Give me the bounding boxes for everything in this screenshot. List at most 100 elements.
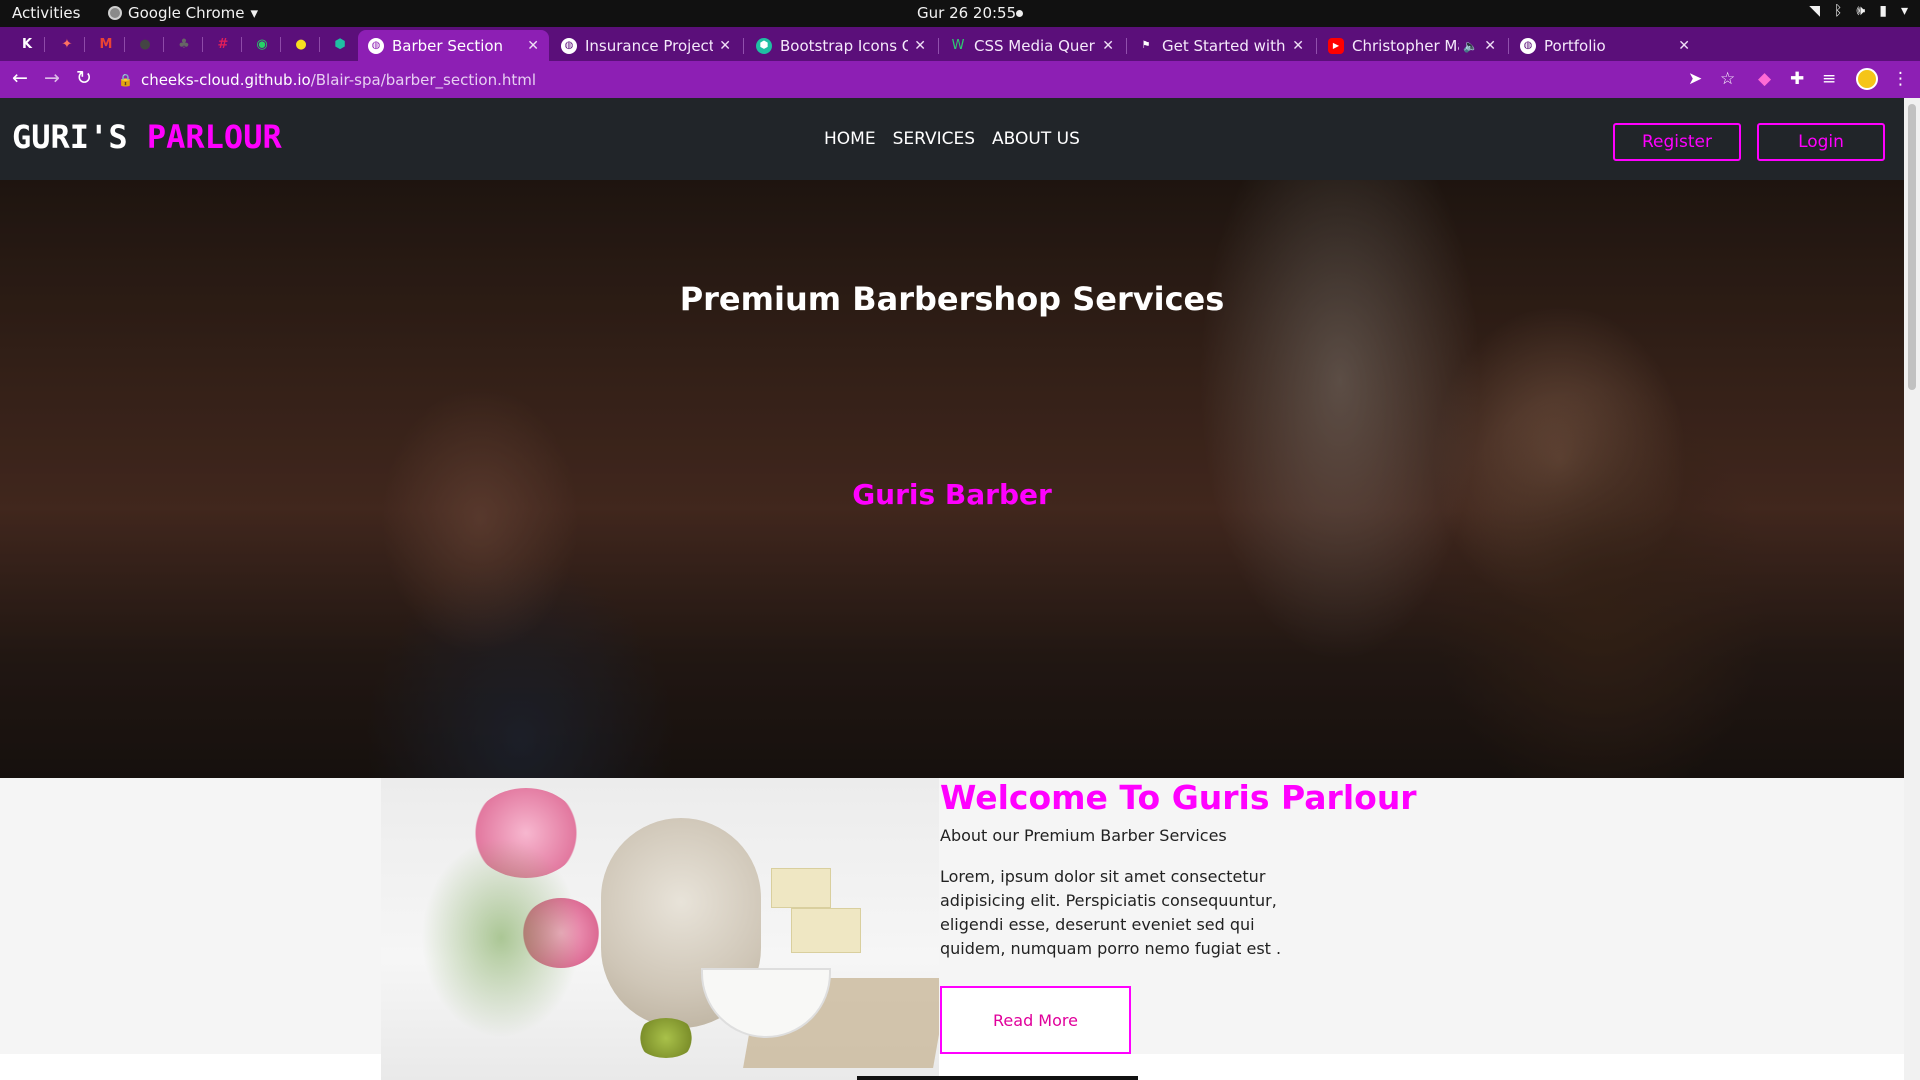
logo-text-part1: GURI'S — [12, 118, 128, 156]
tab-strip: K ✦ M ● ♣ # ◉ ● ⬢ ◍ Barber Section ✕ ◍ I… — [0, 27, 1920, 82]
herb-bowl — [636, 1018, 696, 1058]
app-menu-label: Google Chrome — [128, 4, 245, 22]
close-tab-icon[interactable]: ✕ — [1292, 38, 1304, 54]
app-menu[interactable]: Google Chrome ▾ — [108, 4, 258, 22]
tab-christopher[interactable]: ▶ Christopher Ma 🔈 ✕ — [1318, 30, 1506, 61]
power-menu-icon: ▾ — [1900, 3, 1908, 19]
hero-banner: Premium Barbershop Services Guris Barber — [0, 180, 1904, 778]
system-tray[interactable]: ◥ ᛒ 🕪 ▮ ▾ — [1809, 3, 1908, 19]
tab-divider — [280, 37, 281, 52]
tab-divider — [938, 38, 939, 54]
extension-icon[interactable]: ◆ — [1758, 69, 1771, 89]
tab-divider — [241, 37, 242, 52]
tab-divider — [124, 37, 125, 52]
extensions-puzzle-icon[interactable]: ✚ — [1790, 69, 1804, 89]
soap-bar — [791, 908, 861, 953]
pinned-tab-js-icon[interactable]: ● — [290, 34, 312, 54]
lock-icon[interactable]: 🔒 — [118, 73, 133, 87]
soap-bar — [771, 868, 831, 908]
close-tab-icon[interactable]: ✕ — [1678, 38, 1690, 54]
site-logo[interactable]: GURI'S PARLOUR — [12, 118, 282, 156]
welcome-subtitle: About our Premium Barber Services — [940, 826, 1227, 845]
bluetooth-icon: ᛒ — [1834, 3, 1843, 19]
globe-icon: ◍ — [368, 37, 384, 54]
kebab-menu-icon[interactable]: ⋮ — [1892, 69, 1909, 89]
back-icon[interactable]: ← — [12, 67, 28, 89]
profile-avatar[interactable] — [1856, 68, 1878, 90]
wifi-icon: ◥ — [1809, 3, 1821, 19]
tab-title: CSS Media Queries — [974, 36, 1096, 55]
section-divider — [857, 1076, 1138, 1080]
login-button[interactable]: Login — [1757, 123, 1885, 161]
youtube-icon: ▶ — [1328, 37, 1344, 54]
tab-divider — [1508, 38, 1509, 54]
tab-get-started[interactable]: ⚑ Get Started with F ✕ — [1128, 30, 1314, 61]
register-button[interactable]: Register — [1613, 123, 1741, 161]
logo-text-part2: PARLOUR — [146, 118, 282, 156]
tab-divider — [743, 38, 744, 54]
web-page: GURI'S PARLOUR HOME SERVICES ABOUT US Re… — [0, 98, 1904, 1080]
battery-icon: ▮ — [1879, 3, 1887, 19]
forward-icon[interactable]: → — [44, 67, 60, 89]
dropdown-arrow-icon: ▾ — [250, 4, 259, 22]
tab-divider — [163, 37, 164, 52]
pinned-tab-whatsapp-icon[interactable]: ◉ — [251, 34, 273, 54]
close-tab-icon[interactable]: ✕ — [914, 38, 926, 54]
hero-subtitle: Guris Barber — [852, 478, 1052, 511]
main-menu: HOME SERVICES ABOUT US — [824, 129, 1080, 149]
close-tab-icon[interactable]: ✕ — [1484, 38, 1496, 54]
send-tab-icon[interactable]: ➤ — [1688, 69, 1702, 89]
pinned-tab-gmail-icon[interactable]: M — [95, 34, 117, 54]
audio-playing-icon[interactable]: 🔈 — [1463, 39, 1478, 53]
leaves — [421, 838, 581, 1038]
pinned-tab-k-icon[interactable]: K — [16, 34, 38, 54]
flag-icon: ⚑ — [1141, 40, 1151, 51]
tab-divider — [1126, 38, 1127, 54]
chrome-icon — [108, 6, 122, 20]
welcome-section: Welcome To Guris Parlour About our Premi… — [0, 778, 1904, 1080]
reload-icon[interactable]: ↻ — [76, 67, 92, 89]
tab-divider — [319, 37, 320, 52]
tab-divider — [202, 37, 203, 52]
address-bar[interactable]: 🔒 cheeks-cloud.github.io/Blair-spa/barbe… — [108, 64, 1748, 95]
tab-insurance-project[interactable]: ◍ Insurance Project ✕ — [551, 30, 741, 61]
notification-dot-icon — [1016, 10, 1023, 17]
pinned-tab-bootstrap-icon[interactable]: ⬢ — [329, 34, 351, 54]
pinned-tab-slack-icon[interactable]: # — [212, 34, 234, 54]
tab-portfolio[interactable]: ◍ Portfolio ✕ — [1510, 30, 1700, 61]
page-scrollbar[interactable] — [1904, 98, 1920, 1080]
pinned-tab-tree-icon[interactable]: ♣ — [173, 34, 195, 54]
bookmark-star-icon[interactable]: ☆ — [1720, 69, 1735, 89]
pinned-tab-github-icon[interactable]: ● — [134, 34, 156, 54]
nav-link-services[interactable]: SERVICES — [893, 129, 975, 149]
tab-css-media-queries[interactable]: W CSS Media Queries ✕ — [940, 30, 1124, 61]
tab-title: Insurance Project — [585, 36, 714, 55]
nav-link-about[interactable]: ABOUT US — [992, 129, 1080, 149]
w3schools-icon: W — [951, 38, 965, 53]
scrollbar-thumb[interactable] — [1908, 104, 1916, 390]
tab-title: Barber Section — [392, 36, 504, 55]
site-navbar: GURI'S PARLOUR HOME SERVICES ABOUT US Re… — [0, 98, 1904, 180]
pinned-tab-figma-icon[interactable]: ✦ — [56, 34, 78, 54]
close-tab-icon[interactable]: ✕ — [1102, 38, 1114, 54]
globe-icon: ◍ — [1520, 37, 1536, 54]
activities-button[interactable]: Activities — [12, 4, 80, 22]
close-tab-icon[interactable]: ✕ — [719, 38, 731, 54]
welcome-title: Welcome To Guris Parlour — [940, 778, 1417, 817]
media-queue-icon[interactable]: ≡ — [1822, 69, 1836, 89]
tab-title: Bootstrap Icons Cl — [780, 36, 909, 55]
nav-link-home[interactable]: HOME — [824, 129, 876, 149]
tab-bootstrap-icons[interactable]: ⬢ Bootstrap Icons Cl ✕ — [746, 30, 936, 61]
tab-divider — [44, 37, 45, 52]
tab-divider — [1316, 38, 1317, 54]
browser-toolbar: ← → ↻ 🔒 cheeks-cloud.github.io/Blair-spa… — [0, 61, 1920, 98]
read-more-button[interactable]: Read More — [940, 986, 1131, 1054]
bootstrap-icon: ⬢ — [756, 37, 772, 54]
spa-image — [381, 778, 939, 1080]
welcome-body-text: Lorem, ipsum dolor sit amet consectetur … — [940, 867, 1282, 958]
tab-divider — [84, 37, 85, 52]
clock[interactable]: Gur 26 20:55 — [917, 4, 1016, 22]
tab-barber-section[interactable]: ◍ Barber Section ✕ — [358, 30, 549, 61]
tab-title: Christopher Ma — [1352, 36, 1460, 55]
close-tab-icon[interactable]: ✕ — [527, 38, 539, 54]
